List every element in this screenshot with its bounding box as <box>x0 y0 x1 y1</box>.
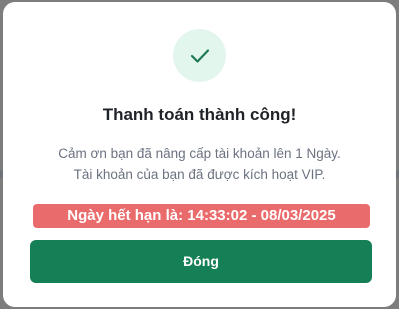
message-line-upgrade: Cảm ơn bạn đã nâng cấp tài khoản lên 1 N… <box>58 146 341 161</box>
message-line-vip: Tài khoản của bạn đã được kích hoạt VIP. <box>73 167 326 182</box>
dialog-message: Cảm ơn bạn đã nâng cấp tài khoản lên 1 N… <box>13 143 386 185</box>
check-icon <box>190 48 209 63</box>
close-button[interactable]: Đóng <box>30 240 372 283</box>
success-icon-circle <box>173 29 226 82</box>
payment-success-dialog: Thanh toán thành công! Cảm ơn bạn đã nân… <box>3 2 396 307</box>
expiry-date-badge: Ngày hết hạn là: 14:33:02 - 08/03/2025 <box>33 204 370 228</box>
dialog-title: Thanh toán thành công! <box>102 105 297 124</box>
